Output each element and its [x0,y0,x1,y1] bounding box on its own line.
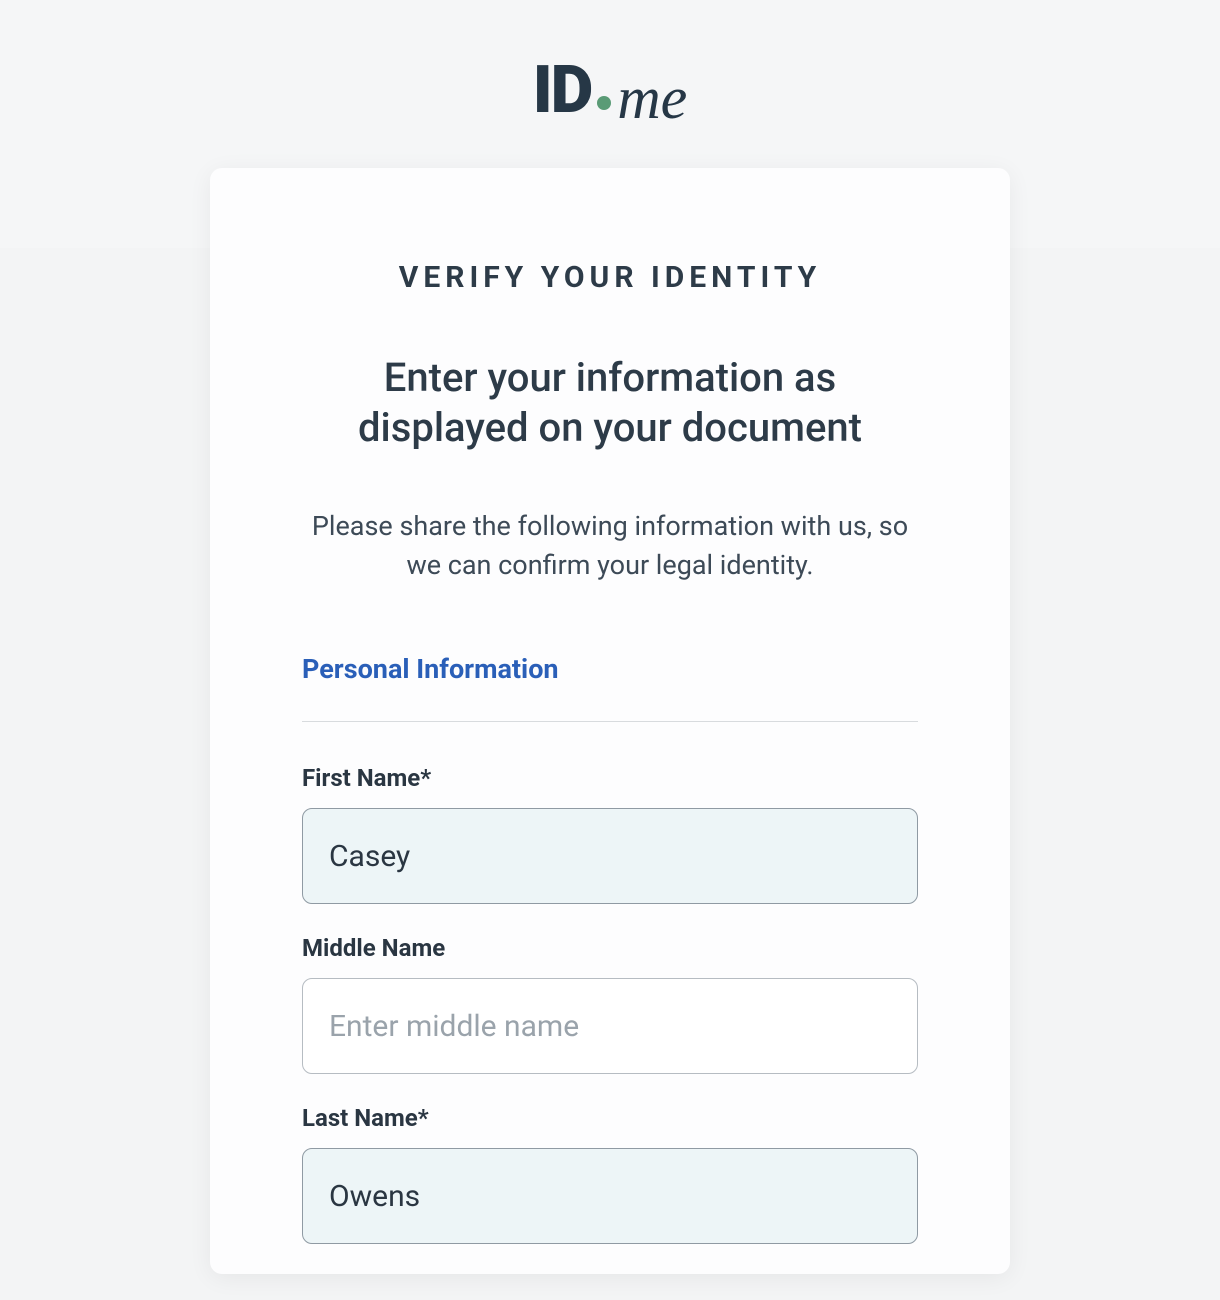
page-subheading: Enter your information as displayed on y… [302,353,918,453]
first-name-group: First Name* [302,764,918,904]
middle-name-group: Middle Name [302,934,918,1074]
middle-name-input[interactable] [302,978,918,1074]
section-title: Personal Information [302,653,918,685]
first-name-label: First Name* [302,764,918,792]
logo-id-text: ID [533,58,592,124]
last-name-input[interactable] [302,1148,918,1244]
last-name-group: Last Name* [302,1104,918,1244]
last-name-label: Last Name* [302,1104,918,1132]
section-divider [302,721,918,722]
middle-name-label: Middle Name [302,934,918,962]
first-name-input[interactable] [302,808,918,904]
logo-me-text: me [617,68,687,128]
logo: ID me [533,58,688,124]
form-card: VERIFY YOUR IDENTITY Enter your informat… [210,168,1010,1274]
page-title: VERIFY YOUR IDENTITY [302,260,918,295]
logo-dot-icon [597,96,611,110]
page-description: Please share the following information w… [302,507,918,585]
